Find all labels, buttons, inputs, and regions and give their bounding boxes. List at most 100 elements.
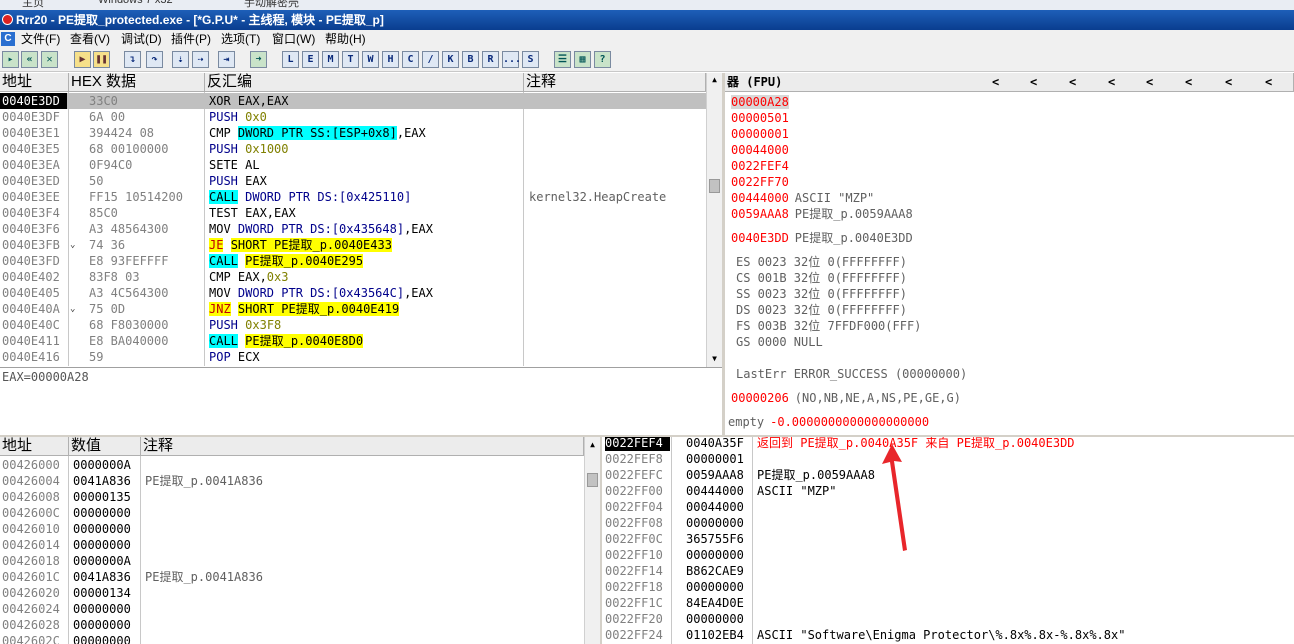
eflags-line[interactable]: 00000206 (NO,NB,NE,A,NS,PE,GE,G) xyxy=(731,390,961,406)
register-line[interactable]: 0022FF70 xyxy=(731,174,795,190)
stack-row[interactable]: 0022FF20 00000000 xyxy=(602,611,1294,627)
menu-help[interactable]: 帮助(H) xyxy=(325,30,366,48)
register-line[interactable]: 00000001 xyxy=(731,126,795,142)
stack-list[interactable]: 0022FEF4 0040A35F 返回到 PE提取_p.0040A35F 来自 P… xyxy=(602,437,1294,644)
trace-over-icon[interactable]: ⇢ xyxy=(192,51,209,68)
dump-row[interactable]: 0042602C 00000000 xyxy=(0,633,584,644)
stack-row[interactable]: 0022FF08 00000000 xyxy=(602,515,1294,531)
disasm-scrollbar[interactable]: ▲ ▼ xyxy=(706,73,722,367)
register-line[interactable]: 00044000 xyxy=(731,142,795,158)
segment-register-line[interactable]: DS 0023 32位 0(FFFFFFFF) xyxy=(736,302,907,318)
disasm-row[interactable]: 0040E3FD E8 93FEFFFF CALL PE提取_p.0040E295 xyxy=(0,253,706,269)
segment-register-line[interactable]: FS 003B 32位 7FFDF000(FFF) xyxy=(736,318,921,334)
disasm-row[interactable]: 0040E40C 68 F8030000 PUSH 0x3F8 xyxy=(0,317,706,333)
stack-row[interactable]: 0022FF00 00444000 ASCII "MZP" xyxy=(602,483,1294,499)
execute-till-return-icon[interactable]: ⇥ xyxy=(218,51,235,68)
rewind-icon[interactable]: « xyxy=(21,51,38,68)
eip-value[interactable]: 0040E3DD xyxy=(731,231,789,245)
menu-file[interactable]: 文件(F) xyxy=(21,30,60,48)
threads-button[interactable]: T xyxy=(342,51,359,68)
stack-row[interactable]: 0022FF0C 365755F6 xyxy=(602,531,1294,547)
segment-register-line[interactable]: CS 001B 32位 0(FFFFFFFF) xyxy=(736,270,907,286)
tab-unpack[interactable]: 手动解密壳 xyxy=(236,0,307,9)
list-icon[interactable]: ☰ xyxy=(554,51,571,68)
scroll-thumb[interactable] xyxy=(709,179,720,193)
stack-row[interactable]: 0022FF18 00000000 xyxy=(602,579,1294,595)
register-line[interactable]: 00000501 xyxy=(731,110,795,126)
trace-into-icon[interactable]: ⇣ xyxy=(172,51,189,68)
register-value[interactable]: 0022FF70 xyxy=(731,175,789,189)
executables-button[interactable]: E xyxy=(302,51,319,68)
fpu-value[interactable]: -0.0000000000000000000 xyxy=(770,415,929,429)
menu-debug[interactable]: 调试(D) xyxy=(121,30,162,48)
disasm-row[interactable]: 0040E402 83F8 03 CMP EAX,0x3 xyxy=(0,269,706,285)
scroll-down-icon[interactable]: ▼ xyxy=(707,353,722,365)
register-value[interactable]: 0059AAA8 xyxy=(731,207,789,221)
dump-row[interactable]: 00426010 00000000 xyxy=(0,521,584,537)
tab-home[interactable]: 主页 xyxy=(14,0,52,9)
menu-options[interactable]: 选项(T) xyxy=(221,30,260,48)
call-stack-button[interactable]: K xyxy=(442,51,459,68)
stack-row[interactable]: 0022FEFC 0059AAA8 PE提取_p.0059AAA8 xyxy=(602,467,1294,483)
register-nav-arrow-icon[interactable]: < xyxy=(1185,75,1192,89)
stack-row[interactable]: 0022FF24 01102EB4 ASCII "Software\Enigma P… xyxy=(602,627,1294,643)
dump-row[interactable]: 00426004 0041A836 PE提取_p.0041A836 xyxy=(0,473,584,489)
disasm-row[interactable]: 0040E3ED 50 PUSH EAX xyxy=(0,173,706,189)
register-line[interactable]: 0022FEF4 xyxy=(731,158,795,174)
scroll-up-icon[interactable]: ▲ xyxy=(707,74,722,86)
stack-row[interactable]: 0022FF04 00044000 xyxy=(602,499,1294,515)
register-value[interactable]: 00044000 xyxy=(731,143,789,157)
step-over-icon[interactable]: ↷ xyxy=(146,51,163,68)
patches-button[interactable]: / xyxy=(422,51,439,68)
run-trace-button[interactable]: ... xyxy=(502,51,521,68)
disasm-row[interactable]: 0040E3EE FF15 10514200 CALL DWORD PTR DS:[… xyxy=(0,189,706,205)
eflags-value[interactable]: 00000206 xyxy=(731,391,789,405)
dump-row[interactable]: 00426000 0000000A xyxy=(0,457,584,473)
dump-scroll-up-icon[interactable]: ▲ xyxy=(585,439,600,451)
disasm-row[interactable]: 0040E3DD 33C0 XOR EAX,EAX xyxy=(0,93,706,109)
dump-row[interactable]: 00426028 00000000 xyxy=(0,617,584,633)
dump-list[interactable]: 00426000 0000000A 00426004 0041A836 PE提取_p.0… xyxy=(0,457,584,644)
disasm-row[interactable]: 0040E3E5 68 00100000 PUSH 0x1000 xyxy=(0,141,706,157)
col-header-comment[interactable]: 注释 xyxy=(524,73,706,92)
register-value[interactable]: 00000A28 xyxy=(731,95,789,109)
dump-row[interactable]: 00426020 00000134 xyxy=(0,585,584,601)
memory-button[interactable]: M xyxy=(322,51,339,68)
register-nav-arrow-icon[interactable]: < xyxy=(1108,75,1115,89)
disasm-row[interactable]: 0040E3E1 394424 08 CMP DWORD PTR SS:[ESP+0… xyxy=(0,125,706,141)
go-to-icon[interactable]: ➜ xyxy=(250,51,267,68)
segment-register-line[interactable]: ES 0023 32位 0(FFFFFFFF) xyxy=(736,254,907,270)
col-header-hex[interactable]: HEX 数据 xyxy=(69,73,205,92)
register-nav-arrow-icon[interactable]: < xyxy=(992,75,999,89)
stack-row[interactable]: 0022FEF4 0040A35F 返回到 PE提取_p.0040A35F 来自 P… xyxy=(602,437,1294,451)
open-icon[interactable]: ▸ xyxy=(2,51,19,68)
dump-col-comment[interactable]: 注释 xyxy=(141,437,584,456)
dump-row[interactable]: 0042600C 00000000 xyxy=(0,505,584,521)
menu-window[interactable]: 窗口(W) xyxy=(272,30,315,48)
windows-button[interactable]: W xyxy=(362,51,379,68)
disassembly-list[interactable]: 0040E3DD 33C0 XOR EAX,EAX 0040E3DF 6A 00 PUSH… xyxy=(0,93,706,367)
disasm-row[interactable]: 0040E3DF 6A 00 PUSH 0x0 xyxy=(0,109,706,125)
registers-header[interactable]: 器 (FPU) xyxy=(725,73,1294,92)
register-line[interactable]: 00444000 ASCII "MZP" xyxy=(731,190,874,206)
col-header-address[interactable]: 地址 xyxy=(0,73,69,92)
cpu-window-icon[interactable]: C xyxy=(1,32,15,46)
register-line[interactable]: 0059AAA8 PE提取_p.0059AAA8 xyxy=(731,206,913,222)
dump-col-address[interactable]: 地址 xyxy=(0,437,69,456)
stack-row[interactable]: 0022FF10 00000000 xyxy=(602,547,1294,563)
dump-row[interactable]: 00426018 0000000A xyxy=(0,553,584,569)
register-nav-arrow-icon[interactable]: < xyxy=(1146,75,1153,89)
register-value[interactable]: 0022FEF4 xyxy=(731,159,789,173)
menu-plugins[interactable]: 插件(P) xyxy=(171,30,211,48)
register-nav-arrow-icon[interactable]: < xyxy=(1225,75,1232,89)
dump-scroll-thumb[interactable] xyxy=(587,473,598,487)
handles-button[interactable]: H xyxy=(382,51,399,68)
register-nav-arrow-icon[interactable]: < xyxy=(1069,75,1076,89)
fpu-line[interactable]: empty -0.0000000000000000000 xyxy=(728,414,929,430)
close-icon[interactable]: ✕ xyxy=(41,51,58,68)
lasterr-line[interactable]: LastErr ERROR_SUCCESS (00000000) xyxy=(736,366,967,382)
register-value[interactable]: 00000001 xyxy=(731,127,789,141)
dump-scrollbar[interactable]: ▲ xyxy=(584,437,600,644)
segment-register-line[interactable]: GS 0000 NULL xyxy=(736,334,823,350)
cpu-button[interactable]: C xyxy=(402,51,419,68)
